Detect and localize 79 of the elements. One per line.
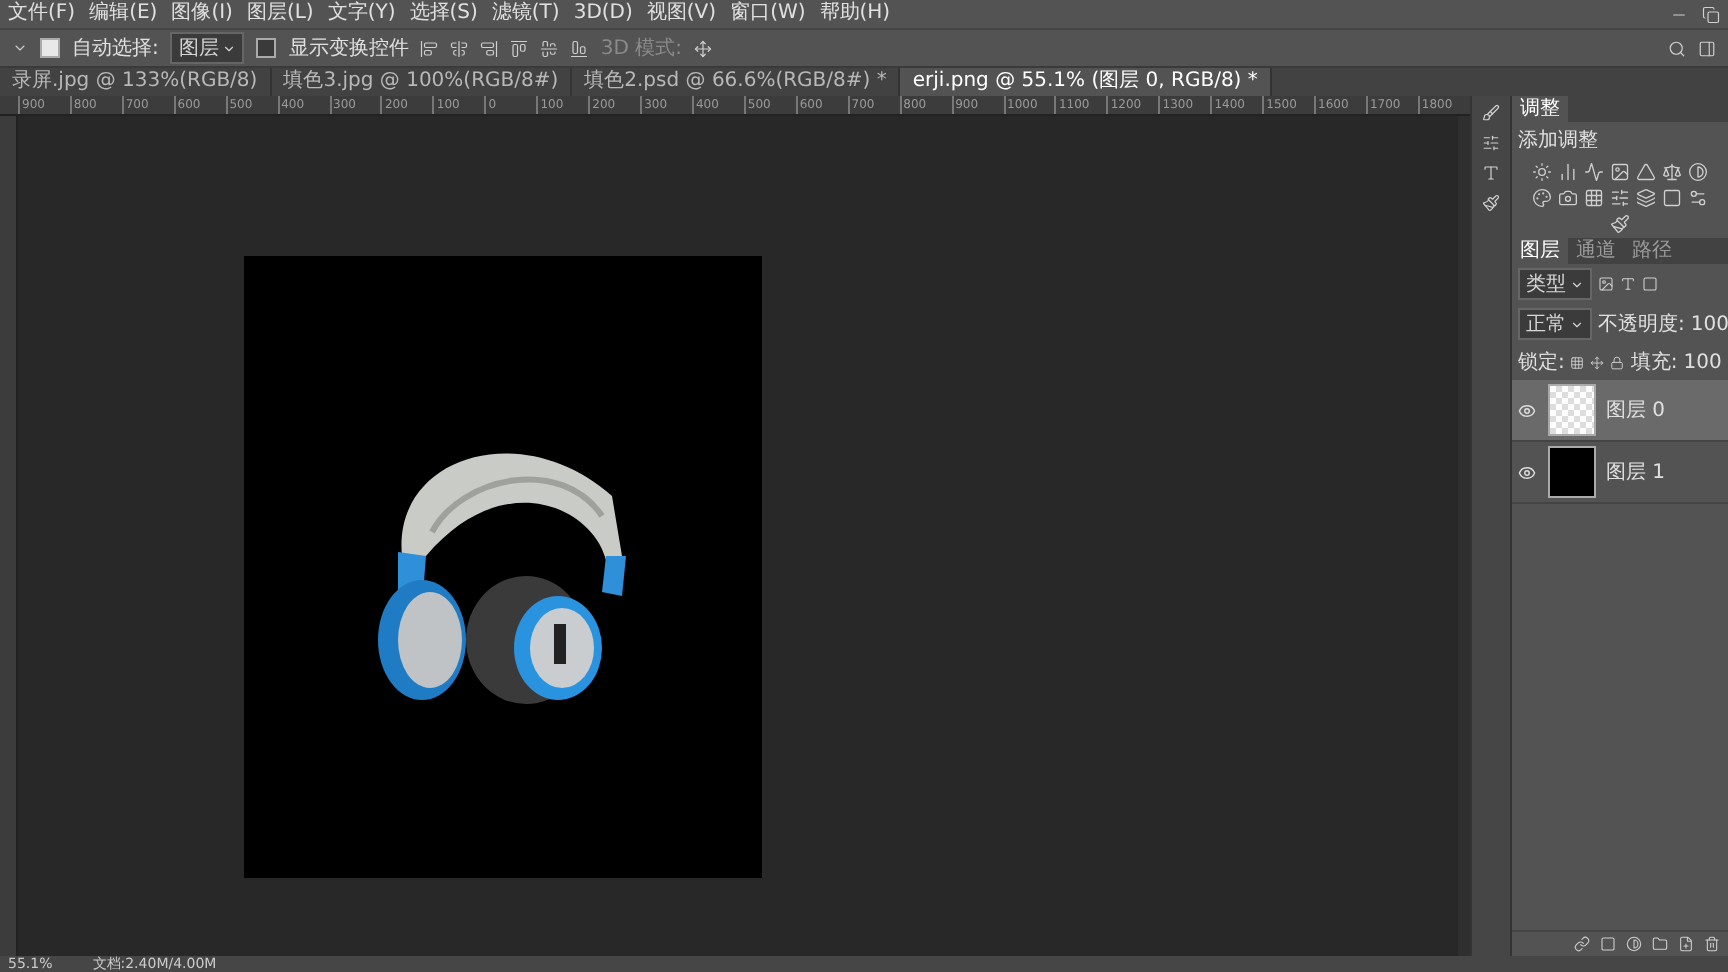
- text-filter-icon[interactable]: [1620, 276, 1636, 292]
- triangle-icon[interactable]: [1636, 162, 1656, 182]
- contrast-icon[interactable]: [1688, 162, 1708, 182]
- adjustments-tab[interactable]: 调整: [1512, 96, 1568, 122]
- menu-item[interactable]: 文字(Y): [327, 0, 396, 28]
- fill-value[interactable]: 100: [1683, 351, 1722, 373]
- panel-tab[interactable]: 图层: [1512, 238, 1568, 264]
- link-icon[interactable]: [1574, 936, 1590, 952]
- layers-icon[interactable]: [1636, 188, 1656, 208]
- chevron-down-icon: [1570, 277, 1584, 291]
- layer-row[interactable]: 图层 1: [1512, 442, 1728, 504]
- add-adjustment-label: 添加调整: [1518, 127, 1598, 154]
- filter-dropdown[interactable]: 类型: [1518, 268, 1592, 300]
- new-layer-icon[interactable]: [1678, 936, 1694, 952]
- move-icon[interactable]: [694, 39, 712, 57]
- align-top-icon[interactable]: [510, 39, 529, 57]
- shape-filter-icon[interactable]: [1642, 276, 1658, 292]
- mask-icon[interactable]: [1600, 936, 1616, 952]
- trash-icon[interactable]: [1704, 936, 1720, 952]
- sliders-icon[interactable]: [1610, 188, 1630, 208]
- paintbrush-icon[interactable]: [1482, 194, 1500, 212]
- align-bottom-icon[interactable]: [570, 39, 589, 57]
- sun-icon[interactable]: [1532, 162, 1552, 182]
- menu-item[interactable]: 窗口(W): [730, 0, 806, 28]
- menu-item[interactable]: 图像(I): [171, 0, 233, 28]
- search-icon[interactable]: [1668, 39, 1686, 57]
- menu-item[interactable]: 选择(S): [409, 0, 478, 28]
- menu-item[interactable]: 文件(F): [8, 0, 76, 28]
- blend-mode-dropdown[interactable]: 正常: [1518, 308, 1592, 340]
- scale-icon[interactable]: [1662, 162, 1682, 182]
- align-center-icon[interactable]: [450, 39, 469, 57]
- opacity-label: 不透明度:: [1598, 311, 1685, 338]
- camera-icon[interactable]: [1558, 188, 1578, 208]
- layer-row[interactable]: 图层 0: [1512, 380, 1728, 442]
- layer-name: 图层 1: [1606, 460, 1666, 486]
- auto-select-checkbox[interactable]: [40, 38, 60, 58]
- workspace-icon[interactable]: [1698, 39, 1716, 57]
- chevron-down-icon: [1570, 317, 1584, 331]
- palette-icon[interactable]: [1532, 188, 1552, 208]
- lock-pixels-icon[interactable]: [1570, 355, 1585, 369]
- restore-icon[interactable]: [1702, 5, 1720, 23]
- tool-preset-icon[interactable]: [12, 40, 28, 56]
- image-icon[interactable]: [1610, 162, 1630, 182]
- brush-icon[interactable]: [1610, 214, 1630, 234]
- square-icon[interactable]: [1662, 188, 1682, 208]
- adjustment-icon[interactable]: [1626, 936, 1642, 952]
- curve-icon[interactable]: [1584, 162, 1604, 182]
- opacity-value[interactable]: 100: [1690, 313, 1728, 335]
- lock-icon[interactable]: [1610, 355, 1625, 369]
- lock-label: 锁定:: [1518, 349, 1565, 376]
- lock-position-icon[interactable]: [1590, 355, 1605, 369]
- brush-icon[interactable]: [1482, 104, 1500, 122]
- image-filter-icon[interactable]: [1598, 276, 1614, 292]
- settings-icon[interactable]: [1688, 188, 1708, 208]
- folder-icon[interactable]: [1652, 936, 1668, 952]
- sliders-icon[interactable]: [1482, 134, 1500, 152]
- menu-item[interactable]: 3D(D): [573, 0, 633, 28]
- type-icon[interactable]: [1482, 164, 1500, 182]
- menu-item[interactable]: 视图(V): [646, 0, 717, 28]
- show-transform-label: 显示变换控件: [288, 35, 409, 62]
- grid-icon[interactable]: [1584, 188, 1604, 208]
- document-tab[interactable]: erji.png @ 55.1% (图层 0, RGB/8) *: [900, 68, 1272, 96]
- align-left-icon[interactable]: [420, 39, 439, 57]
- histogram-icon[interactable]: [1558, 162, 1578, 182]
- menu-item[interactable]: 滤镜(T): [491, 0, 560, 28]
- auto-select-label: 自动选择:: [72, 35, 159, 62]
- scrollbar[interactable]: [1458, 116, 1470, 956]
- menu-item[interactable]: 帮助(H): [819, 0, 891, 28]
- align-middle-icon[interactable]: [540, 39, 559, 57]
- layer-name: 图层 0: [1606, 398, 1666, 424]
- eye-icon[interactable]: [1518, 463, 1536, 481]
- menu-item[interactable]: 编辑(E): [89, 0, 158, 28]
- menu-item[interactable]: 图层(L): [246, 0, 314, 28]
- chevron-down-icon: [222, 41, 237, 55]
- eye-icon[interactable]: [1518, 401, 1536, 419]
- align-right-icon[interactable]: [480, 39, 499, 57]
- auto-select-dropdown[interactable]: 图层: [170, 32, 245, 64]
- fill-label: 填充:: [1630, 349, 1678, 376]
- show-transform-checkbox[interactable]: [256, 38, 277, 58]
